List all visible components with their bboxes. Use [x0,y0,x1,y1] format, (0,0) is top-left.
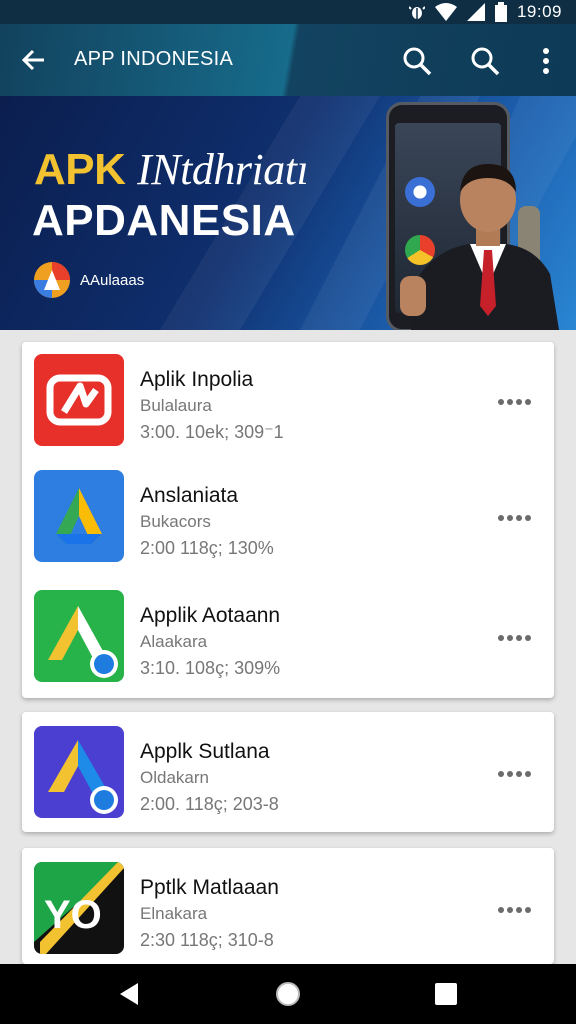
app-icon [34,470,124,562]
search-icon[interactable] [400,44,434,78]
more-vert-icon[interactable] [534,44,558,78]
app-list-card: Applk Sutlana Oldakarn 2:00. 118ç; 203-8 [22,712,554,832]
more-horiz-icon[interactable] [490,630,538,646]
app-icon [34,354,124,446]
app-meta: 3:10. 108ç; 309% [140,658,281,678]
app-subtitle: Bulalaura [140,396,212,415]
status-time: 19:09 [516,2,562,21]
app-name: Applk Sutlana [140,740,270,763]
wifi-icon [434,3,457,21]
app-icon: YO [34,862,124,954]
app-list-card: Aplik Inpolia Bulalaura 3:00. 10ek; 309⁻… [22,342,554,698]
bug-icon [408,6,425,19]
page-title: APP INDONESIA [74,48,234,70]
app-subtitle: Oldakarn [140,768,209,787]
app-meta: 3:00. 10ek; 309⁻1 [140,422,284,442]
more-horiz-icon[interactable] [490,510,538,526]
circle-home-icon[interactable] [274,980,302,1008]
more-horiz-icon[interactable] [490,394,538,410]
square-recent-icon[interactable] [434,982,458,1006]
status-bar: 19:09 [0,0,576,24]
arrow-left-icon[interactable] [18,44,50,76]
app-name: Pptlk Matlaaan [140,876,279,899]
more-horiz-icon[interactable] [490,766,538,782]
banner-logo-text: AAulaaas [80,272,145,289]
svg-text:YO: YO [44,893,102,937]
app-name: Aplik Inpolia [140,368,254,391]
brand-logo-icon [34,262,70,298]
list-item[interactable]: Aplik Inpolia Bulalaura 3:00. 10ek; 309⁻… [22,354,554,454]
system-nav-bar [0,964,576,1024]
list-item[interactable]: Applk Sutlana Oldakarn 2:00. 118ç; 203-8 [22,726,554,826]
app-meta: 2:00. 118ç; 203-8 [140,794,279,814]
banner-subheadline: APDANESIA [32,196,296,245]
banner-headline: APK INtdhriatı [34,145,309,194]
list-item[interactable]: YO Pptlk Matlaaan Elnakara 2:30 118ç; 31… [22,862,554,962]
app-icon [34,590,124,682]
list-item[interactable]: Anslaniata Bukacors 2:00 118ç; 130% [22,470,554,570]
battery-icon [494,2,507,22]
person-illustration [400,164,560,330]
app-meta: 2:30 118ç; 310-8 [140,930,274,950]
app-bar: APP INDONESIA [0,24,576,96]
app-subtitle: Bukacors [140,512,211,531]
app-name: Anslaniata [140,484,239,507]
promo-banner[interactable]: APK INtdhriatı APDANESIA AAulaaas [0,96,576,330]
app-list-card: YO Pptlk Matlaaan Elnakara 2:30 118ç; 31… [22,848,554,964]
list-item[interactable]: Applik Aotaann Alaakara 3:10. 108ç; 309% [22,590,554,690]
app-meta: 2:00 118ç; 130% [140,538,274,558]
app-subtitle: Elnakara [140,904,208,923]
app-subtitle: Alaakara [140,632,208,651]
signal-icon [466,3,485,21]
app-icon [34,726,124,818]
triangle-back-icon[interactable] [116,980,144,1008]
more-horiz-icon[interactable] [490,902,538,918]
app-name: Applik Aotaann [140,604,281,627]
search-icon[interactable] [468,44,502,78]
